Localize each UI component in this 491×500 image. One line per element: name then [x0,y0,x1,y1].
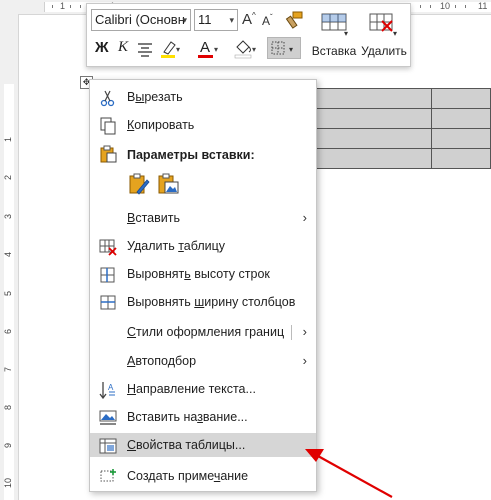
document-page: 1 1 10 11 1 2 3 4 5 6 7 8 9 10 ✥ Calibri… [0,0,491,500]
red-arrow-annotation [305,449,393,498]
